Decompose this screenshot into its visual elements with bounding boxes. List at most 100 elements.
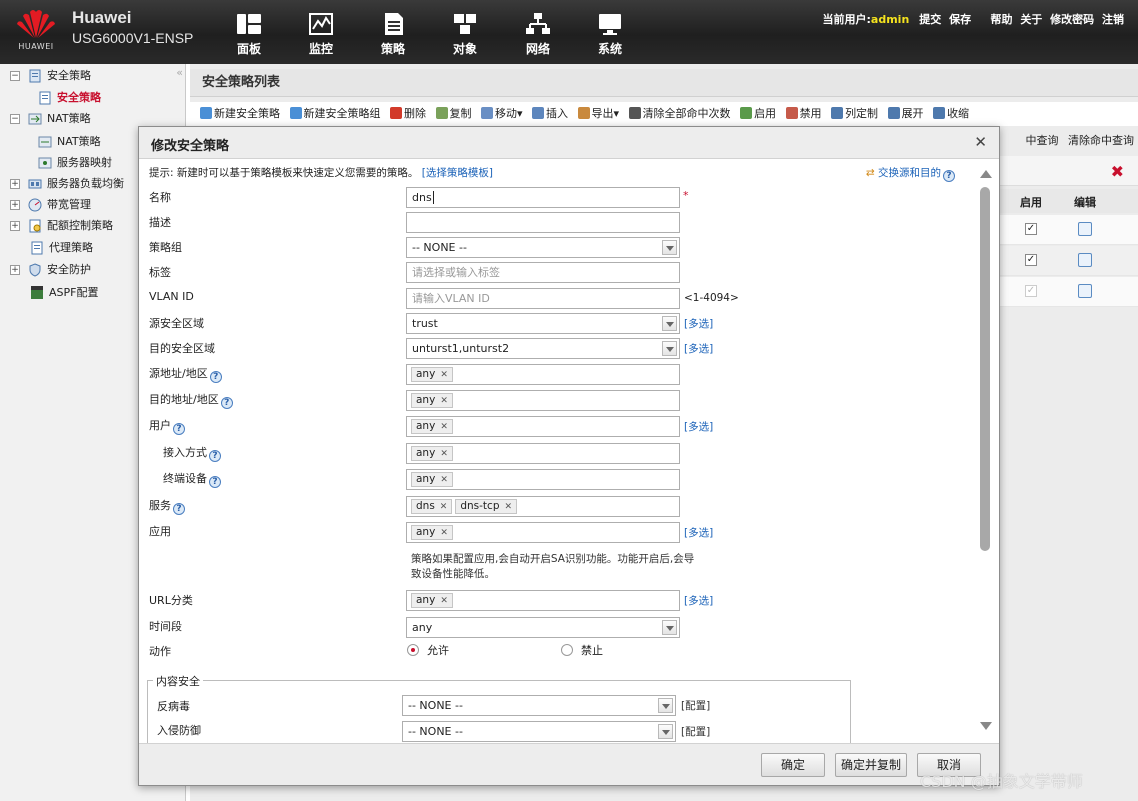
sidebar-item-nat-policy[interactable]: NAT策略: [38, 132, 101, 152]
remove-tag-icon[interactable]: ✕: [440, 396, 448, 406]
expand-toggle-icon[interactable]: +: [10, 265, 20, 275]
table-row[interactable]: ✓: [1000, 215, 1138, 245]
swap-link[interactable]: 交换源和目的: [878, 167, 941, 179]
vlan-input[interactable]: 请输入VLAN ID: [406, 288, 680, 309]
scroll-thumb[interactable]: [980, 187, 990, 551]
dropdown-arrow-icon[interactable]: [662, 341, 677, 356]
dst-zone-multi-link[interactable]: [多选]: [684, 341, 713, 356]
change-password-link[interactable]: 修改密码: [1050, 13, 1094, 26]
table-row[interactable]: ✓: [1000, 277, 1138, 307]
help-icon[interactable]: ?: [943, 170, 955, 182]
scroll-down-icon[interactable]: [980, 722, 992, 730]
device-input[interactable]: any ✕: [406, 469, 680, 490]
swap-src-dst[interactable]: ⇄ 交换源和目的?: [866, 165, 955, 182]
user-input[interactable]: any ✕: [406, 416, 680, 437]
collapse-toggle-icon[interactable]: −: [10, 114, 20, 124]
edit-icon[interactable]: [1078, 222, 1092, 236]
new-policy-group-button[interactable]: 新建安全策略组: [289, 102, 381, 126]
edit-icon[interactable]: [1078, 253, 1092, 267]
antivirus-config-link[interactable]: [配置]: [681, 698, 710, 713]
src-zone-multi-link[interactable]: [多选]: [684, 316, 713, 331]
sidebar-item-security-policy[interactable]: 安全策略: [38, 88, 101, 108]
dst-zone-select[interactable]: unturst1,unturst2: [406, 338, 680, 359]
export-button[interactable]: 导出▾: [577, 102, 619, 126]
enabled-checkbox[interactable]: ✓: [1025, 254, 1037, 266]
collapse-sidebar-icon[interactable]: «: [176, 66, 183, 79]
sidebar-item-server-load-balance[interactable]: + 服务器负载均衡: [10, 174, 124, 194]
copy-button[interactable]: 复制: [435, 102, 472, 126]
new-policy-button[interactable]: 新建安全策略: [200, 102, 280, 126]
dropdown-arrow-icon[interactable]: [662, 240, 677, 255]
about-link[interactable]: 关于: [1020, 13, 1042, 26]
nav-system[interactable]: 系统: [580, 12, 640, 58]
expand-toggle-icon[interactable]: +: [10, 221, 20, 231]
ok-button[interactable]: 确定: [761, 753, 825, 777]
url-category-input[interactable]: any ✕: [406, 590, 680, 611]
access-input[interactable]: any ✕: [406, 443, 680, 464]
clear-hit-count-button[interactable]: 清除全部命中次数: [628, 102, 731, 126]
sidebar-item-security-policy-group[interactable]: − 安全策略: [10, 66, 91, 86]
remove-tag-icon[interactable]: ✕: [440, 475, 448, 485]
expand-button[interactable]: 展开: [887, 102, 924, 126]
save-link[interactable]: 保存: [949, 13, 971, 26]
close-filter-icon[interactable]: ✖: [1111, 162, 1124, 181]
insert-button[interactable]: 插入: [532, 102, 568, 126]
sidebar-item-aspf[interactable]: ASPF配置: [30, 283, 98, 303]
time-range-select[interactable]: any: [406, 617, 680, 638]
disable-button[interactable]: 禁用: [785, 102, 822, 126]
table-row[interactable]: ✓: [1000, 246, 1138, 276]
close-icon[interactable]: ✕: [974, 133, 987, 151]
remove-tag-icon[interactable]: ✕: [440, 596, 448, 606]
remove-tag-icon[interactable]: ✕: [440, 502, 448, 512]
sidebar-item-server-mapping[interactable]: 服务器映射: [38, 153, 112, 173]
help-icon[interactable]: ?: [209, 371, 222, 383]
src-zone-select[interactable]: trust: [406, 313, 680, 334]
remove-tag-icon[interactable]: ✕: [440, 422, 448, 432]
help-icon[interactable]: ?: [220, 397, 233, 409]
src-addr-input[interactable]: any ✕: [406, 364, 680, 385]
scroll-up-icon[interactable]: [980, 170, 992, 178]
column-custom-button[interactable]: 列定制: [831, 102, 878, 126]
help-link[interactable]: 帮助: [990, 13, 1012, 26]
nav-network[interactable]: 网络: [508, 12, 568, 58]
desc-input[interactable]: [406, 212, 680, 233]
sidebar-item-nat-policy-group[interactable]: − NAT策略: [10, 109, 91, 129]
ok-and-copy-button[interactable]: 确定并复制: [835, 753, 907, 777]
app-multi-link[interactable]: [多选]: [684, 525, 713, 540]
service-input[interactable]: dns ✕ dns-tcp ✕: [406, 496, 680, 517]
user-multi-link[interactable]: [多选]: [684, 419, 713, 434]
nav-monitor[interactable]: 监控: [291, 12, 351, 58]
help-icon[interactable]: ?: [209, 476, 221, 488]
url-multi-link[interactable]: [多选]: [684, 593, 713, 608]
collapse-toggle-icon[interactable]: −: [10, 71, 20, 81]
ips-config-link[interactable]: [配置]: [681, 724, 710, 739]
query-link[interactable]: 中查询: [1026, 134, 1059, 147]
remove-tag-icon[interactable]: ✕: [504, 502, 512, 512]
clear-query-link[interactable]: 清除命中查询: [1068, 134, 1134, 147]
expand-toggle-icon[interactable]: +: [10, 200, 20, 210]
logout-link[interactable]: 注销: [1102, 13, 1124, 26]
antivirus-select[interactable]: -- NONE --: [402, 695, 676, 716]
name-input[interactable]: dns: [406, 187, 680, 208]
remove-tag-icon[interactable]: ✕: [440, 370, 448, 380]
sidebar-item-bandwidth[interactable]: + 带宽管理: [10, 195, 91, 215]
sidebar-item-quota-control[interactable]: + 配额控制策略: [10, 216, 113, 236]
move-button[interactable]: 移动▾: [481, 102, 523, 126]
remove-tag-icon[interactable]: ✕: [440, 449, 448, 459]
group-select[interactable]: -- NONE --: [406, 237, 680, 258]
help-icon[interactable]: ?: [173, 503, 185, 515]
delete-button[interactable]: 删除: [390, 102, 426, 126]
collapse-button[interactable]: 收缩: [933, 102, 969, 126]
dropdown-arrow-icon[interactable]: [658, 698, 673, 713]
app-input[interactable]: any ✕: [406, 522, 680, 543]
ips-select[interactable]: -- NONE --: [402, 721, 676, 742]
submit-link[interactable]: 提交: [919, 13, 941, 26]
sidebar-item-security-protection[interactable]: + 安全防护: [10, 260, 91, 280]
dst-addr-input[interactable]: any ✕: [406, 390, 680, 411]
expand-toggle-icon[interactable]: +: [10, 179, 20, 189]
enabled-checkbox[interactable]: ✓: [1025, 223, 1037, 235]
nav-policy[interactable]: 策略: [363, 12, 423, 58]
help-icon[interactable]: ?: [209, 450, 221, 462]
dialog-scrollbar[interactable]: [977, 160, 993, 743]
nav-dashboard[interactable]: 面板: [219, 12, 279, 58]
